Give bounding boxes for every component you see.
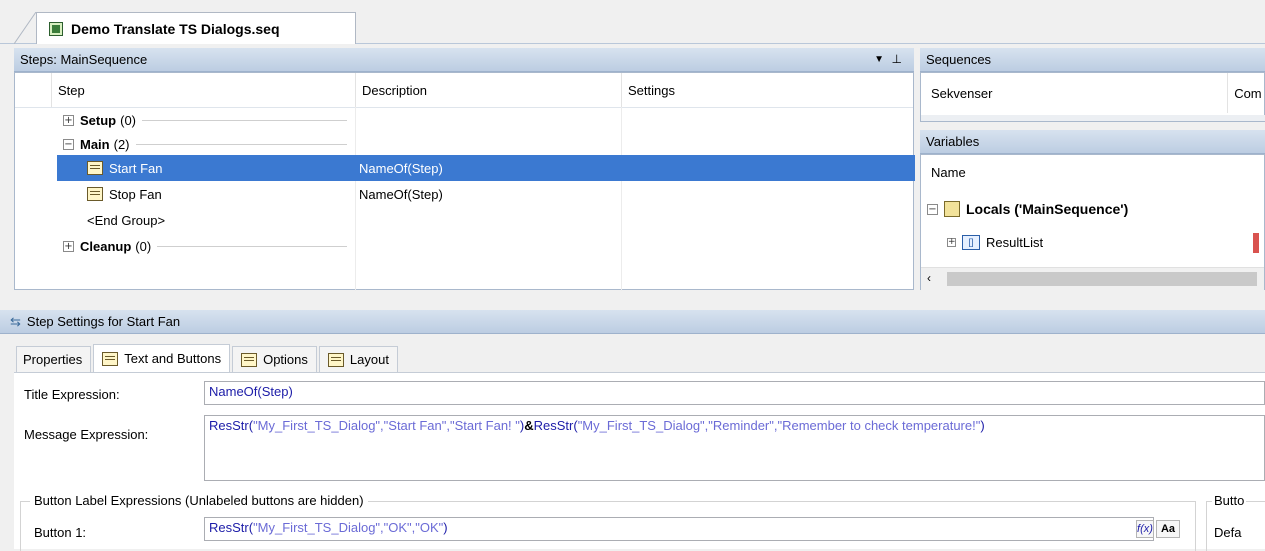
column-description[interactable]: Description [355,73,621,107]
variables-panel: Variables Name − Locals ('MainSequence')… [920,130,1265,290]
button-1-field[interactable]: ResStr("My_First_TS_Dialog","OK","OK") [204,517,1154,541]
group-label: Setup [80,112,117,128]
sequences-panel-header: Sequences [920,48,1265,72]
locals-container-icon [944,201,960,217]
step-label: Stop Fan [109,186,162,202]
step-row-start-fan[interactable]: Start Fan NameOf(Step) [57,155,915,181]
variables-tree: Name − Locals ('MainSequence') + [] Resu… [920,154,1265,290]
step-description: NameOf(Step) [359,160,443,176]
steps-panel-header: Steps: MainSequence ▼ ⊥ [14,48,914,72]
step-row-cleanup[interactable]: + Cleanup (0) [15,233,913,259]
result-list-label: ResultList [986,235,1044,250]
group-count: (0) [120,112,137,128]
message-popup-icon [327,352,344,367]
column-name[interactable]: Name [931,165,966,180]
tab-properties[interactable]: Properties [16,346,92,372]
column-step[interactable]: Step [51,73,355,107]
settings-tabs: Properties Text and Buttons Options Layo… [16,344,400,372]
end-group-label: <End Group> [87,212,166,228]
step-description: NameOf(Step) [359,186,443,202]
expand-icon[interactable]: + [947,238,956,247]
step-row-setup[interactable]: + Setup (0) [15,107,913,133]
steps-panel: Steps: MainSequence ▼ ⊥ Step Description… [14,48,915,291]
message-expression-field[interactable]: ResStr("My_First_TS_Dialog","Start Fan",… [204,415,1265,481]
array-icon: [] [962,235,980,250]
pin-icon[interactable]: ⊥ [892,52,902,66]
sequences-panel: Sequences Sekvenser Com [920,48,1265,122]
locals-label: Locals ('MainSequence') [966,201,1129,217]
title-expression-label: Title Expression: [24,387,120,402]
step-row-stop-fan[interactable]: Stop Fan NameOf(Step) [15,181,913,207]
column-settings[interactable]: Settings [621,73,913,107]
step-row-main[interactable]: − Main (2) [15,131,913,157]
step-row-end-group[interactable]: <End Group> [15,207,913,233]
step-settings-header: ⇆ Step Settings for Start Fan [0,310,1265,334]
group-label: Cleanup [80,238,132,254]
default-button-label: Defa [1214,525,1242,540]
button-1-label: Button 1: [34,525,87,540]
collapse-icon[interactable]: − [63,138,74,150]
expand-icon[interactable]: + [63,240,74,252]
scroll-left-icon[interactable]: ‹ [927,271,931,285]
column-sekvenser[interactable]: Sekvenser [921,73,1227,113]
sequences-panel-title: Sequences [926,52,992,67]
message-popup-icon [87,161,103,175]
step-label: Start Fan [109,160,163,176]
variables-panel-header: Variables [920,130,1265,154]
scrollbar-thumb[interactable] [947,272,1257,286]
result-list-node[interactable]: + [] ResultList [947,235,1043,250]
tab-text-and-buttons[interactable]: Text and Buttons [93,344,231,372]
message-expression-label: Message Expression: [24,427,149,442]
title-expression-field[interactable]: NameOf(Step) [204,381,1265,405]
group-count: (0) [135,238,152,254]
group-count: (2) [113,136,130,152]
steps-grid-header: Step Description Settings [15,73,913,108]
tab-options[interactable]: Options [232,346,317,372]
document-tab[interactable]: Demo Translate TS Dialogs.seq [36,12,356,44]
locals-node[interactable]: − Locals ('MainSequence') [927,201,1128,217]
document-tab-title: Demo Translate TS Dialogs.seq [71,20,280,37]
steps-panel-title: Steps: MainSequence [20,52,148,67]
sequence-file-icon [49,21,63,36]
message-popup-icon [87,187,103,201]
text-format-button[interactable]: Aa [1156,520,1180,538]
steps-grid: Step Description Settings + Setup (0) − … [14,72,915,291]
expand-icon[interactable]: + [63,114,74,126]
message-popup-icon [241,352,258,367]
tab-layout[interactable]: Layout [318,346,398,372]
message-popup-icon [102,351,119,366]
buttons-options-title: Butto [1212,493,1247,508]
value-marker [1253,233,1259,253]
step-settings-icon: ⇆ [10,313,21,329]
variables-panel-title: Variables [926,134,980,149]
step-settings-title: Step Settings for Start Fan [26,314,181,329]
button-label-group-title: Button Label Expressions (Unlabeled butt… [30,493,368,508]
collapse-icon[interactable]: − [927,203,938,215]
group-label: Main [80,136,110,152]
tab-content: Title Expression: NameOf(Step) Message E… [14,372,1265,551]
sequences-list: Sekvenser Com [920,72,1265,122]
horizontal-scrollbar[interactable]: ‹ [921,267,1264,290]
step-settings-panel: ⇆ Step Settings for Start Fan Properties… [0,310,1265,551]
column-comment[interactable]: Com [1227,73,1264,113]
function-browser-button[interactable]: f(x) [1136,520,1154,538]
dropdown-arrow-icon[interactable]: ▼ [874,54,884,65]
